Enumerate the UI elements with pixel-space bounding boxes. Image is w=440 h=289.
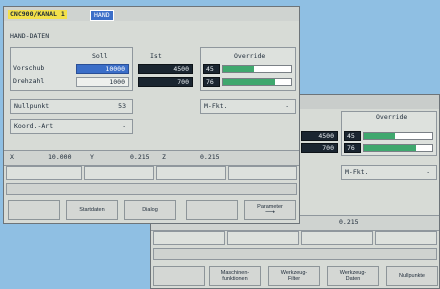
back-info-field-2 [227,231,299,245]
back-coord-value: 0.215 [339,218,359,226]
soll-header: Soll [92,52,108,60]
nullpunkt-value: 53 [118,102,126,110]
section-title: HAND-DATEN [10,32,50,40]
softkey-4[interactable] [186,200,238,220]
nullpunkt-label: Nullpunkt [14,102,50,110]
drehzahl-label: Drehzahl [13,77,45,85]
back-mfkt-label: M-Fkt. [345,168,369,176]
mfkt-label: M-Fkt. [204,102,228,110]
back-softkey-werkzeug-daten[interactable]: Werkzeug- Daten [327,266,379,286]
softkey-startdaten[interactable]: Startdaten [66,200,118,220]
back-status-line [153,248,437,260]
vorschub-ist-value: 4500 [138,64,193,74]
channel-title: CNC900/KANAL 1 [8,10,67,19]
info-field-1 [6,166,82,180]
mfkt-value: - [285,103,289,110]
back-override-bar-2 [363,144,433,152]
coord-x-axis: X [10,153,14,161]
back-info-field-3 [301,231,373,245]
info-field-3 [156,166,226,180]
back-ov-value-2: 76 [344,143,361,153]
koord-art-label: Koord.-Art [14,122,54,130]
back-softkey-nullpunkte[interactable]: Nullpunkte [386,266,438,286]
ist-header: Ist [150,52,162,60]
koord-art-dropdown[interactable]: Koord.-Art - [10,119,133,134]
back-override-fill-2 [364,145,416,151]
mode-badge: HAND [90,10,114,21]
softkey-1[interactable] [8,200,60,220]
back-ist-value-2: 700 [301,143,338,153]
status-line [6,183,297,195]
coord-y-axis: Y [90,153,94,161]
drehzahl-override-bar [222,78,292,86]
koord-art-value: - [122,123,126,130]
back-override-bar-1 [363,132,433,140]
back-override-fill-1 [364,133,395,139]
back-mfkt-dropdown[interactable]: M-Fkt. - [341,165,437,180]
nullpunkt-field[interactable]: Nullpunkt 53 [10,99,133,114]
coord-y-value: 0.215 [130,153,150,161]
vorschub-override-bar [222,65,292,73]
override-header: Override [234,52,266,60]
drehzahl-override-fill [223,79,275,85]
softkey-parameter[interactable]: Parameter ⟶ [244,200,296,220]
back-ov-value-1: 45 [344,131,361,141]
vorschub-soll-input[interactable]: 10000 [76,64,129,74]
front-window: CNC900/KANAL 1 HAND HAND-DATEN Soll Ist … [3,6,300,224]
back-mfkt-value: - [426,169,430,176]
coord-z-axis: Z [162,153,166,161]
vorschub-override-value: 45 [203,64,220,74]
back-override-header: Override [376,113,408,121]
drehzahl-soll-input[interactable]: 1000 [76,77,129,87]
back-ist-value-1: 4500 [301,131,338,141]
back-info-field-1 [153,231,225,245]
vorschub-override-fill [223,66,254,72]
back-softkey-werkzeug-filter[interactable]: Werkzeug- Filter [268,266,320,286]
drehzahl-ist-value: 700 [138,77,193,87]
arrow-right-icon: ⟶ [264,209,276,216]
vorschub-label: Vorschub [13,64,45,72]
back-info-field-4 [375,231,437,245]
mfkt-dropdown[interactable]: M-Fkt. - [200,99,296,114]
coord-x-value: 10.000 [48,153,72,161]
coord-z-value: 0.215 [200,153,220,161]
back-softkey-1[interactable] [153,266,205,286]
softkey-dialog[interactable]: Dialog [124,200,176,220]
info-field-4 [228,166,297,180]
back-softkey-maschinenfunktionen[interactable]: Maschinen- funktionen [209,266,261,286]
info-field-2 [84,166,154,180]
drehzahl-override-value: 76 [203,77,220,87]
